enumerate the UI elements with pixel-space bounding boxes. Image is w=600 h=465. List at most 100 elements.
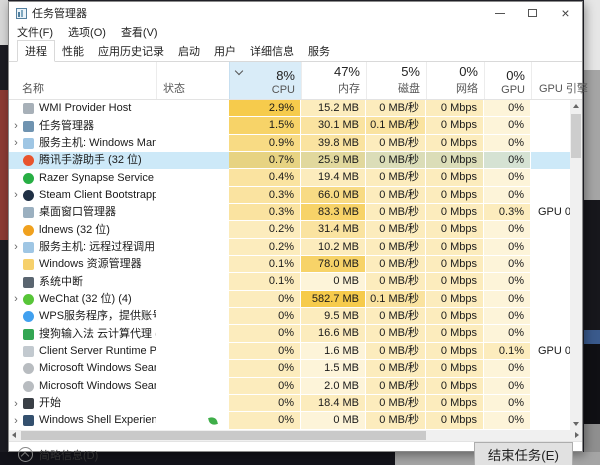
process-icon	[23, 398, 34, 410]
tab-details[interactable]: 详细信息	[243, 41, 301, 61]
process-row[interactable]: › 桌面窗口管理器 0.3% 83.3 MB 0 MB/秒 0 Mbps 0.3…	[9, 204, 570, 222]
column-header-gpu[interactable]: 0% GPU	[484, 62, 531, 99]
expand-icon[interactable]: ›	[10, 291, 22, 307]
net-cell: 0 Mbps	[426, 256, 484, 274]
scroll-right-icon[interactable]	[575, 432, 579, 438]
process-icon	[23, 380, 34, 392]
status-cell	[156, 152, 229, 169]
gpu-engine-cell	[531, 100, 570, 117]
gpu-engine-cell	[531, 378, 570, 395]
net-cell: 0 Mbps	[426, 394, 484, 413]
process-icon	[23, 241, 34, 253]
process-row[interactable]: › 腾讯手游助手 (32 位) 0.7% 25.9 MB 0 MB/秒 0 Mb…	[9, 152, 570, 170]
tab-performance[interactable]: 性能	[55, 41, 91, 61]
process-icon	[23, 103, 34, 115]
gpu-engine-cell	[531, 117, 570, 134]
vertical-scrollbar[interactable]	[570, 100, 582, 430]
expand-icon[interactable]: ›	[10, 187, 22, 203]
column-header-name[interactable]: 名称	[9, 62, 156, 99]
tab-users[interactable]: 用户	[207, 41, 243, 61]
tab-app-history[interactable]: 应用历史记录	[91, 41, 171, 61]
column-header-status[interactable]: 状态	[156, 62, 229, 99]
cpu-cell: 0%	[229, 308, 301, 326]
menu-item-view[interactable]: 查看(V)	[121, 24, 158, 40]
menu-item-options[interactable]: 选项(O)	[68, 24, 106, 40]
column-label: CPU	[271, 84, 295, 96]
column-total-percent: 5%	[401, 64, 420, 79]
status-cell	[156, 291, 229, 308]
expand-icon[interactable]: ›	[10, 135, 22, 151]
process-row[interactable]: › WeChat (32 位) (4) 0% 582.7 MB 0.1 MB/秒…	[9, 290, 570, 309]
process-name: 任务管理器	[39, 119, 94, 132]
cpu-cell: 2.9%	[229, 100, 301, 118]
name-cell: › Razer Synapse Service Proce...	[9, 169, 156, 186]
mem-cell: 0 MB	[301, 273, 366, 291]
fewer-details-toggle[interactable]: 简略信息(D)	[18, 447, 98, 463]
desktop-background	[584, 330, 600, 344]
tab-services[interactable]: 服务	[301, 41, 337, 61]
column-header-net[interactable]: 0% 网络	[426, 62, 484, 99]
title-bar[interactable]: 任务管理器 ×	[9, 2, 582, 24]
expand-icon[interactable]: ›	[10, 396, 22, 412]
process-row[interactable]: › 服务主机: Windows Manage... 0.9% 39.8 MB 0…	[9, 134, 570, 153]
process-row[interactable]: › 开始 0% 18.4 MB 0 MB/秒 0 Mbps 0%	[9, 394, 570, 413]
minimize-button[interactable]	[483, 2, 516, 24]
vertical-scrollbar-thumb[interactable]	[571, 114, 581, 158]
column-label: 磁盘	[398, 83, 420, 95]
mem-cell: 66.0 MB	[301, 186, 366, 205]
gpu-engine-cell	[531, 239, 570, 256]
maximize-button[interactable]	[516, 2, 549, 24]
close-button[interactable]: ×	[549, 2, 582, 24]
mem-cell: 78.0 MB	[301, 256, 366, 274]
expand-icon[interactable]: ›	[10, 118, 22, 134]
process-row[interactable]: › 搜狗输入法 云计算代理 (32 位) 0% 16.6 MB 0 MB/秒 0…	[9, 325, 570, 343]
scrollbar-up-button[interactable]	[570, 100, 582, 112]
process-row[interactable]: › WPS服务程序，提供账号登录... 0% 9.5 MB 0 MB/秒 0 M…	[9, 308, 570, 326]
tab-startup[interactable]: 启动	[171, 41, 207, 61]
column-header-cpu[interactable]: 8% CPU	[229, 62, 301, 99]
process-row[interactable]: › 任务管理器 1.5% 30.1 MB 0.1 MB/秒 0 Mbps 0%	[9, 117, 570, 135]
gpu-engine-cell: GPU 0 - 3D	[538, 344, 570, 357]
horizontal-scrollbar-thumb[interactable]	[21, 431, 426, 440]
scroll-left-icon[interactable]	[12, 432, 16, 438]
process-row[interactable]: › 服务主机: 远程过程调用 (2) 0.2% 10.2 MB 0 MB/秒 0…	[9, 238, 570, 257]
net-cell: 0 Mbps	[426, 325, 484, 343]
net-cell: 0 Mbps	[426, 412, 484, 430]
process-name: 开始	[39, 397, 61, 410]
process-row[interactable]: › Windows 资源管理器 0.1% 78.0 MB 0 MB/秒 0 Mb…	[9, 256, 570, 274]
name-cell: › 桌面窗口管理器	[9, 204, 156, 221]
menu-item-file[interactable]: 文件(F)	[17, 24, 53, 40]
mem-cell: 10.2 MB	[301, 238, 366, 257]
name-cell: › 腾讯手游助手 (32 位)	[9, 152, 156, 169]
column-header-gpueng[interactable]: GPU 引擎	[531, 62, 594, 99]
process-icon	[23, 311, 34, 323]
disk-cell: 0 MB/秒	[366, 360, 426, 378]
process-row[interactable]: › Microsoft Windows Search P... 0% 2.0 M…	[9, 377, 570, 395]
suspended-leaf-icon	[208, 415, 218, 426]
process-row[interactable]: › Microsoft Windows Search F... 0% 1.5 M…	[9, 360, 570, 378]
tab-processes[interactable]: 进程	[17, 40, 55, 62]
gpu-cell: 0%	[484, 273, 531, 291]
chevron-up-icon	[573, 104, 579, 108]
process-row[interactable]: › WMI Provider Host 2.9% 15.2 MB 0 MB/秒 …	[9, 100, 570, 118]
end-task-button[interactable]: 结束任务(E)	[473, 442, 573, 465]
column-label: GPU 引擎	[539, 83, 588, 95]
disk-cell: 0 MB/秒	[366, 377, 426, 395]
expand-icon[interactable]: ›	[10, 239, 22, 255]
gpu-engine-cell	[531, 169, 570, 186]
column-header-mem[interactable]: 47% 内存	[301, 62, 366, 99]
process-row[interactable]: › Steam Client Bootstrapper (... 0.3% 66…	[9, 186, 570, 205]
horizontal-scrollbar[interactable]	[9, 430, 582, 441]
expand-icon[interactable]: ›	[10, 413, 22, 429]
process-name: Microsoft Windows Search F...	[39, 362, 156, 375]
column-header-disk[interactable]: 5% 磁盘	[366, 62, 426, 99]
gpu-cell: 0%	[484, 290, 531, 309]
process-row[interactable]: › 系统中断 0.1% 0 MB 0 MB/秒 0 Mbps 0%	[9, 273, 570, 291]
mem-cell: 9.5 MB	[301, 308, 366, 326]
process-row[interactable]: › Razer Synapse Service Proce... 0.4% 19…	[9, 169, 570, 187]
process-row[interactable]: › Windows Shell Experience 主... 0% 0 MB …	[9, 412, 570, 430]
process-row[interactable]: › ldnews (32 位) 0.2% 31.4 MB 0 MB/秒 0 Mb…	[9, 221, 570, 239]
tab-bar: 进程 性能 应用历史记录 启动 用户 详细信息 服务	[9, 40, 582, 62]
process-row[interactable]: › Client Server Runtime Process 0% 1.6 M…	[9, 342, 570, 361]
gpu-cell: 0.3%	[484, 204, 531, 222]
